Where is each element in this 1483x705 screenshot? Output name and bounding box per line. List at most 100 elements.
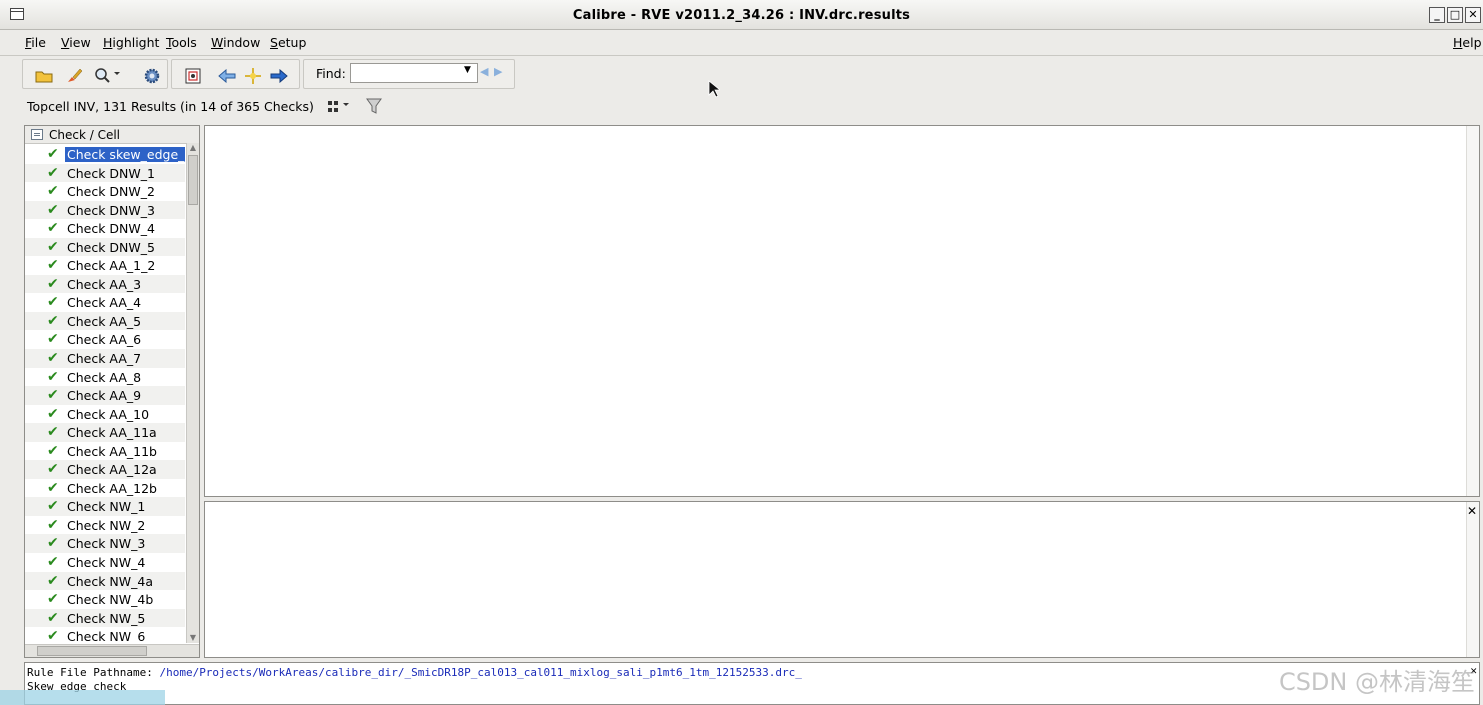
maximize-button[interactable]: □ [1447, 7, 1463, 23]
tree-row-label: Check NW_6 [67, 629, 146, 643]
tree-row-label: Check DNW_1 [67, 165, 155, 181]
title-bar: Calibre - RVE v2011.2_34.26 : INV.drc.re… [0, 0, 1483, 30]
watermark: CSDN @林清海笙 [1278, 668, 1475, 696]
details-close-icon[interactable]: ✕ [1467, 504, 1477, 518]
menu-view[interactable]: View [61, 35, 91, 50]
center-crosshair-icon[interactable] [242, 66, 264, 86]
check-pass-icon: ✔ [47, 628, 59, 643]
check-pass-icon: ✔ [47, 331, 59, 348]
rule-file-label: Rule File Pathname: [27, 666, 160, 679]
check-pass-icon: ✔ [47, 257, 59, 274]
check-pass-icon: ✔ [47, 350, 59, 367]
scroll-up-icon[interactable]: ▲ [188, 143, 198, 153]
menu-help[interactable]: Help [1453, 35, 1482, 50]
tree-row[interactable]: ✔ Check DNW_2 [25, 182, 185, 201]
check-pass-icon: ✔ [47, 535, 59, 552]
tree-row[interactable]: ✔ Check AA_12b [25, 479, 185, 498]
tree-row[interactable]: ✔ Check AA_1_2 [25, 256, 185, 275]
tree-row[interactable]: ✔ Check NW_3 [25, 534, 185, 554]
tree-row[interactable]: ✔ Check AA_6 [25, 330, 185, 349]
check-pass-icon: ✔ [47, 516, 59, 533]
tree-row[interactable]: ✔ Check DNW_5 [25, 237, 185, 257]
filter-icon[interactable] [365, 97, 383, 115]
check-pass-icon: ✔ [47, 238, 59, 255]
check-pass-icon: ✔ [47, 183, 59, 200]
tree-horizontal-scrollbar[interactable] [25, 644, 199, 657]
tree-row[interactable]: ✔ Check AA_4 [25, 293, 185, 312]
tree-row[interactable]: ✔ Check NW_4a [25, 571, 185, 591]
find-input[interactable] [350, 63, 478, 83]
tree-row[interactable]: ✔ Check NW_4b [25, 590, 185, 609]
open-folder-icon[interactable] [33, 66, 55, 86]
menu-window[interactable]: Window [211, 35, 260, 50]
tree-vertical-scrollbar[interactable]: ▲ ▼ [186, 143, 199, 643]
menu-bar: File View Highlight Tools Window Setup H… [0, 30, 1483, 56]
check-pass-icon: ✔ [47, 554, 59, 571]
tree-row[interactable]: ✔ Check AA_5 [25, 311, 185, 331]
forward-arrow-icon[interactable] [268, 66, 290, 86]
back-arrow-icon[interactable] [216, 66, 238, 86]
tree-row[interactable]: ✔ Check AA_9 [25, 386, 185, 405]
find-dropdown-icon[interactable]: ▼ [464, 65, 471, 75]
results-pane-scrollbar[interactable] [1466, 126, 1479, 496]
tree-row[interactable]: ✔ Check AA_8 [25, 368, 185, 387]
results-pane[interactable] [204, 125, 1480, 497]
check-pass-icon: ✔ [47, 201, 59, 218]
rule-file-line: Rule File Pathname: /home/Projects/WorkA… [27, 666, 802, 679]
highlight-brush-icon[interactable] [63, 66, 85, 86]
check-pass-icon: ✔ [47, 368, 59, 385]
check-pass-icon: ✔ [47, 294, 59, 311]
tree-row-label: Check DNW_3 [67, 202, 155, 218]
check-pass-icon: ✔ [47, 146, 59, 162]
details-pane[interactable]: ✕ [204, 501, 1480, 658]
tree-row[interactable]: ✔ Check DNW_1 [25, 163, 185, 183]
menu-setup[interactable]: Setup [270, 35, 306, 50]
tree-row-label: Check NW_1 [67, 499, 146, 515]
tree-row[interactable]: ✔ Check NW_2 [25, 516, 185, 535]
scroll-thumb[interactable] [188, 155, 198, 205]
show-all-icon[interactable] [182, 66, 204, 86]
tree-row[interactable]: ✔ Check NW_1 [25, 497, 185, 516]
tree-row[interactable]: ✔ Check NW_6 [25, 627, 185, 643]
rule-file-path[interactable]: /home/Projects/WorkAreas/calibre_dir/_Sm… [159, 666, 801, 679]
tree-row[interactable]: ✔ Check AA_3 [25, 274, 185, 294]
tree-row[interactable]: ✔ Check AA_11b [25, 442, 185, 461]
tree-row[interactable]: ✔ Check AA_7 [25, 349, 185, 368]
tree-row[interactable]: ✔ Check NW_4 [25, 553, 185, 572]
tree-row[interactable]: ✔ Check skew_edge_c [25, 145, 185, 164]
tree-row-label: Check AA_3 [67, 276, 142, 292]
tree-row-label: Check AA_10 [67, 406, 150, 422]
tree-row-label: Check NW_3 [67, 536, 146, 552]
menu-highlight[interactable]: Highlight [103, 35, 159, 50]
tree-header[interactable]: Check / Cell [25, 126, 199, 144]
details-pane-scrollbar[interactable] [1466, 502, 1479, 657]
zoom-search-icon[interactable] [93, 66, 123, 86]
find-prev-icon[interactable]: ◀ [480, 65, 488, 78]
view-options-icon[interactable] [327, 98, 353, 116]
tree-row[interactable]: ✔ Check NW_5 [25, 608, 185, 628]
tree-header-icon [31, 129, 43, 140]
check-pass-icon: ✔ [47, 572, 59, 589]
tree-row[interactable]: ✔ Check DNW_4 [25, 219, 185, 238]
tree-row-label: Check NW_2 [67, 517, 146, 533]
tree-row-label: Check DNW_5 [67, 239, 155, 255]
menu-tools[interactable]: Tools [166, 35, 197, 50]
settings-gear-icon[interactable] [141, 66, 163, 86]
tree-row-label: Check DNW_4 [67, 221, 155, 237]
hscroll-thumb[interactable] [37, 646, 147, 656]
tree-row[interactable]: ✔ Check AA_12a [25, 460, 185, 479]
results-summary: Topcell INV, 131 Results (in 14 of 365 C… [27, 99, 314, 114]
minimize-button[interactable]: _ [1429, 7, 1445, 23]
tree-row[interactable]: ✔ Check AA_10 [25, 405, 185, 424]
menu-file[interactable]: File [25, 35, 46, 50]
close-button[interactable]: ✕ [1465, 7, 1481, 23]
tree-row[interactable]: ✔ Check DNW_3 [25, 200, 185, 220]
scroll-down-icon[interactable]: ▼ [188, 633, 198, 643]
mouse-cursor-icon [708, 80, 722, 101]
tree-row-label: Check NW_5 [67, 610, 146, 626]
check-pass-icon: ✔ [47, 442, 59, 459]
find-next-icon[interactable]: ▶ [494, 65, 502, 78]
tree-row[interactable]: ✔ Check AA_11a [25, 423, 185, 442]
rule-info-box: Rule File Pathname: /home/Projects/WorkA… [24, 662, 1480, 705]
check-pass-icon: ✔ [47, 275, 59, 292]
